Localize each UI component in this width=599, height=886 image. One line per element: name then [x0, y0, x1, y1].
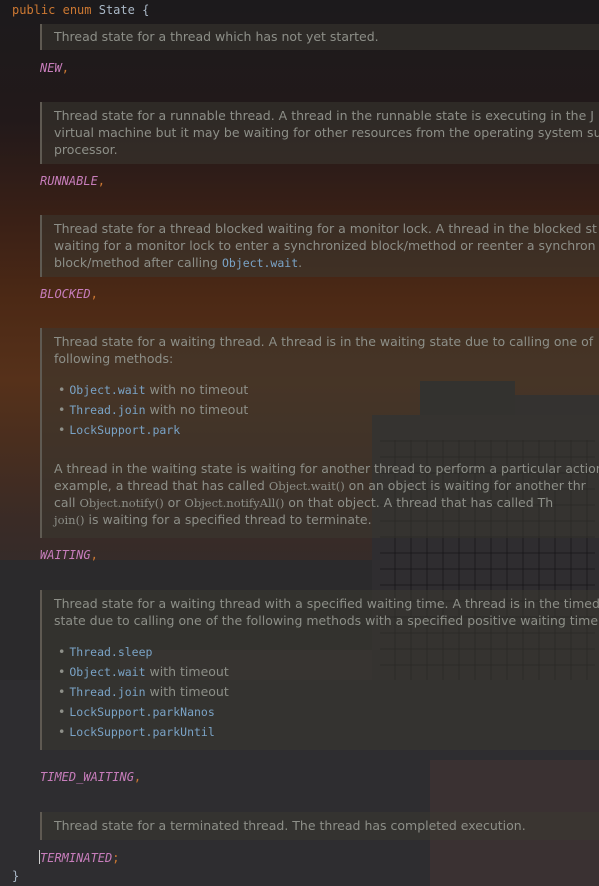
code-link[interactable]: Thread.join	[69, 403, 145, 417]
open-brace: {	[142, 3, 150, 17]
doc-text: Thread state for a thread blocked waitin…	[54, 221, 597, 236]
doc-text: virtual machine but it may be waiting fo…	[54, 125, 599, 140]
enum-constant-runnable[interactable]: RUNNABLE,	[40, 174, 105, 188]
enum-constant-waiting[interactable]: WAITING,	[40, 548, 98, 562]
enum-constant-timed-waiting[interactable]: TIMED_WAITING,	[40, 770, 141, 784]
keyword-public: public	[12, 3, 56, 17]
code-link[interactable]: Object.wait	[69, 665, 145, 679]
list-item: • Object.wait with timeout	[58, 664, 229, 679]
enum-name: State	[98, 3, 135, 17]
list-item: • LockSupport.parkUntil	[58, 724, 215, 739]
doc-text: Thread state for a thread which has not …	[54, 29, 379, 44]
code-link[interactable]: LockSupport.park	[69, 423, 180, 437]
list-item: • LockSupport.park	[58, 422, 181, 437]
code-link[interactable]: Thread.join	[69, 685, 145, 699]
doc-text: Thread state for a waiting thread with a…	[54, 596, 599, 611]
doc-comment-timed-waiting: Thread state for a waiting thread with a…	[40, 590, 599, 750]
list-item: • LockSupport.parkNanos	[58, 704, 215, 719]
enum-constant-new[interactable]: NEW,	[40, 61, 69, 75]
code-editor[interactable]: public enum State { Thread state for a t…	[0, 0, 599, 886]
doc-text: Thread state for a terminated thread. Th…	[54, 818, 526, 833]
doc-text: waiting for a monitor lock to enter a sy…	[54, 238, 596, 253]
code-link-object-wait[interactable]: Object.wait	[222, 256, 298, 270]
keyword-enum: enum	[62, 3, 92, 17]
list-item: • Object.wait with no timeout	[58, 382, 249, 397]
doc-text: following methods:	[54, 351, 174, 366]
closing-brace: }	[12, 869, 20, 883]
doc-text: A thread in the waiting state is waiting…	[54, 461, 599, 476]
doc-text: state due to calling one of the followin…	[54, 613, 599, 628]
doc-comment-new: Thread state for a thread which has not …	[40, 24, 599, 50]
doc-comment-terminated: Thread state for a terminated thread. Th…	[40, 812, 599, 840]
code-link[interactable]: LockSupport.parkNanos	[69, 705, 214, 719]
code-link[interactable]: Thread.sleep	[69, 645, 152, 659]
enum-constant-blocked[interactable]: BLOCKED,	[40, 287, 98, 301]
doc-text-line: block/method after calling Object.wait.	[54, 255, 303, 270]
code-link[interactable]: LockSupport.parkUntil	[69, 725, 214, 739]
doc-comment-blocked: Thread state for a thread blocked waitin…	[40, 215, 599, 277]
doc-text-line: join() is waiting for a specified thread…	[54, 512, 372, 527]
list-item: • Thread.join with timeout	[58, 684, 229, 699]
enum-constant-terminated[interactable]: TERMINATED;	[39, 850, 119, 865]
list-item: • Thread.sleep	[58, 644, 153, 659]
doc-text: Thread state for a runnable thread. A th…	[54, 108, 594, 123]
doc-comment-waiting: Thread state for a waiting thread. A thr…	[40, 328, 599, 538]
doc-text-line: example, a thread that has called Object…	[54, 478, 586, 493]
doc-text-line: call Object.notify() or Object.notifyAll…	[54, 495, 554, 510]
enum-declaration: public enum State {	[12, 3, 149, 17]
list-item: • Thread.join with no timeout	[58, 402, 249, 417]
doc-comment-runnable: Thread state for a runnable thread. A th…	[40, 102, 599, 164]
code-link[interactable]: Object.wait	[69, 383, 145, 397]
doc-text: processor.	[54, 142, 118, 157]
doc-text: Thread state for a waiting thread. A thr…	[54, 334, 594, 349]
